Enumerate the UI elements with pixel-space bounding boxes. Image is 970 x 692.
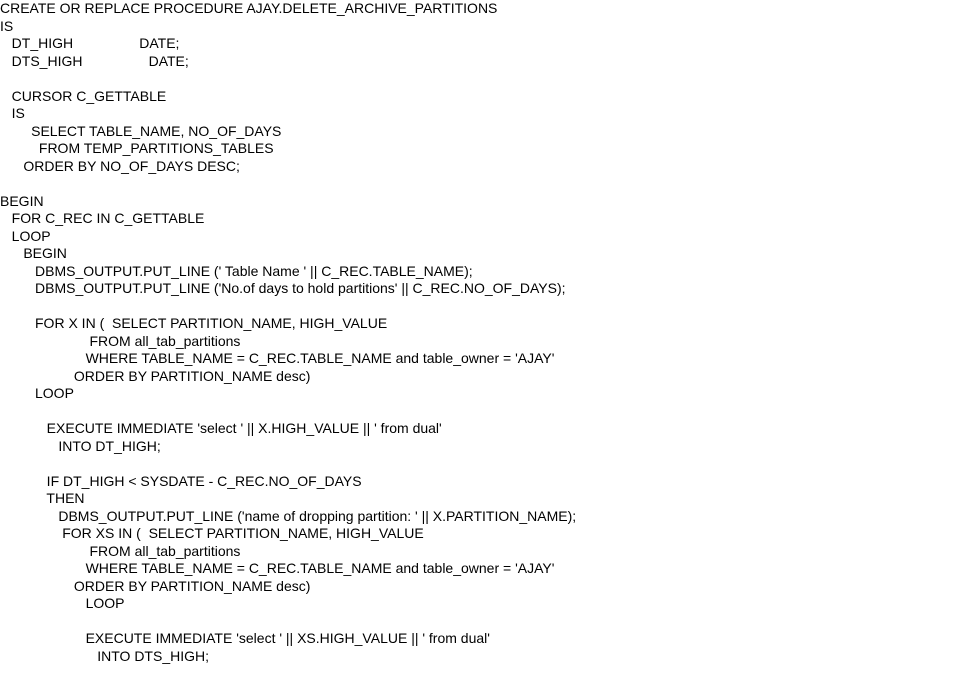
plsql-source: CREATE OR REPLACE PROCEDURE AJAY.DELETE_…	[0, 0, 970, 665]
code-block: CREATE OR REPLACE PROCEDURE AJAY.DELETE_…	[0, 0, 970, 665]
